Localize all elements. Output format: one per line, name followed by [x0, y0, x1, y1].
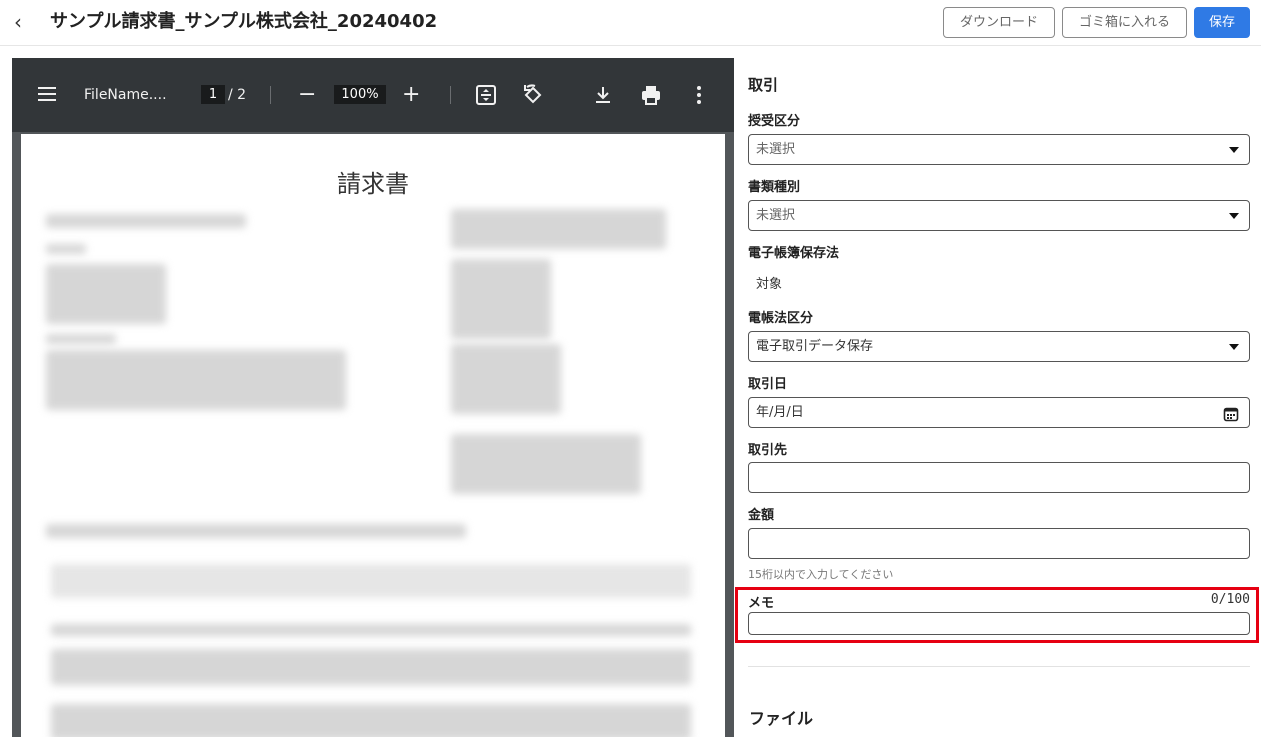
- doc-type-value: 未選択: [756, 208, 796, 223]
- partner-input[interactable]: [748, 462, 1250, 493]
- blurred-text: [46, 264, 166, 324]
- blurred-text: [451, 259, 551, 339]
- more-options-icon[interactable]: [687, 83, 711, 107]
- page-header: ‹ サンプル請求書_サンプル株式会社_20240402 ダウンロード ゴミ箱に入…: [0, 0, 1261, 46]
- fit-page-icon[interactable]: [474, 83, 498, 107]
- page-title: サンプル請求書_サンプル株式会社_20240402: [50, 11, 438, 32]
- blurred-text: [46, 524, 466, 538]
- doc-type-label: 書類種別: [748, 180, 801, 195]
- blurred-text: [451, 209, 666, 249]
- zoom-in-button[interactable]: +: [402, 83, 420, 107]
- date-placeholder: 年/月/日: [756, 405, 804, 420]
- rotate-icon[interactable]: [521, 83, 545, 107]
- zoom-level-input[interactable]: 100%: [334, 85, 386, 104]
- menu-icon[interactable]: [38, 83, 58, 107]
- save-button[interactable]: 保存: [1194, 7, 1250, 38]
- back-chevron-icon[interactable]: ‹: [14, 10, 34, 34]
- ebook-category-label: 電帳法区分: [748, 311, 814, 326]
- page-number-input[interactable]: 1: [201, 85, 225, 104]
- doc-type-select[interactable]: 未選択: [748, 200, 1250, 231]
- download-icon[interactable]: [591, 83, 615, 107]
- blurred-text: [51, 564, 691, 598]
- blurred-text: [46, 214, 246, 228]
- calendar-icon[interactable]: [1223, 404, 1239, 422]
- blurred-text: [51, 704, 691, 737]
- blurred-text: [46, 334, 116, 344]
- receive-type-label: 授受区分: [748, 114, 801, 129]
- caret-down-icon: [1229, 344, 1239, 350]
- receive-type-value: 未選択: [756, 142, 796, 157]
- page-total: / 2: [228, 87, 247, 103]
- amount-hint: 15桁以内で入力してください: [748, 568, 894, 581]
- ebook-law-label: 電子帳簿保存法: [748, 246, 840, 261]
- ebook-category-select[interactable]: 電子取引データ保存: [748, 331, 1250, 362]
- toolbar-divider: [270, 86, 271, 104]
- pdf-filename: FileName....: [84, 87, 167, 103]
- memo-highlight-box: [735, 587, 1259, 643]
- pdf-viewer: FileName.... 1 / 2 − 100% + 請求書: [12, 58, 734, 737]
- zoom-out-button[interactable]: −: [298, 83, 316, 107]
- ebook-category-value: 電子取引データ保存: [756, 339, 874, 354]
- caret-down-icon: [1229, 213, 1239, 219]
- partner-label: 取引先: [748, 443, 788, 458]
- section-divider: [748, 666, 1250, 667]
- blurred-text: [46, 350, 346, 410]
- toolbar-divider: [450, 86, 451, 104]
- trash-button[interactable]: ゴミ箱に入れる: [1062, 7, 1187, 38]
- caret-down-icon: [1229, 147, 1239, 153]
- pdf-toolbar: FileName.... 1 / 2 − 100% +: [12, 58, 734, 132]
- blurred-text: [51, 624, 691, 636]
- amount-input[interactable]: [748, 528, 1250, 559]
- blurred-text: [451, 344, 561, 414]
- download-button[interactable]: ダウンロード: [943, 7, 1055, 38]
- blurred-text: [51, 649, 691, 685]
- amount-label: 金額: [748, 508, 775, 523]
- print-icon[interactable]: [639, 83, 663, 107]
- blurred-text: [451, 434, 641, 494]
- section-title-file: ファイル: [749, 709, 814, 728]
- date-input[interactable]: 年/月/日: [748, 397, 1250, 428]
- date-label: 取引日: [748, 377, 788, 392]
- ebook-law-value: 対象: [756, 277, 783, 292]
- section-title-transaction: 取引: [748, 76, 779, 94]
- receive-type-select[interactable]: 未選択: [748, 134, 1250, 165]
- document-title: 請求書: [337, 170, 409, 198]
- pdf-page: 請求書: [21, 134, 725, 737]
- blurred-text: [46, 244, 86, 254]
